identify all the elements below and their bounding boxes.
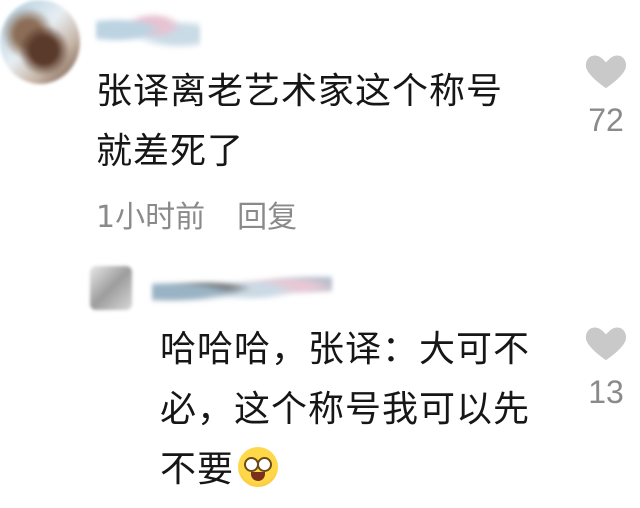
comment-text: 张译离老艺术家这个称号 就差死了	[96, 62, 566, 182]
like-count: 72	[588, 102, 624, 138]
comment-meta: 1小时前 回复	[96, 198, 297, 238]
laughing-tears-emoji-icon	[238, 447, 279, 487]
avatar[interactable]	[90, 266, 132, 310]
reply-button[interactable]: 回复	[237, 200, 297, 235]
comment-text-line: 张译离老艺术家这个称号	[96, 71, 504, 112]
comment-thread: 张译离老艺术家这个称号 就差死了 1小时前 回复 72 哈哈哈，张译：大可不 必，…	[0, 0, 640, 508]
reply-text: 哈哈哈，张译：大可不 必，这个称号我可以先 不要	[160, 320, 580, 500]
heart-icon[interactable]	[584, 322, 628, 362]
reply-text-line: 必，这个称号我可以先	[160, 389, 531, 430]
username-blurred[interactable]	[152, 268, 332, 308]
heart-icon[interactable]	[584, 50, 628, 90]
comment-text-line: 就差死了	[96, 131, 245, 172]
comment-timestamp: 1小时前	[96, 200, 206, 235]
like-count: 13	[588, 374, 624, 410]
reply-text-fragment: 不要	[160, 449, 235, 490]
like-button[interactable]: 72	[576, 50, 636, 139]
reply-text-line: 不要	[160, 440, 580, 500]
like-button[interactable]: 13	[576, 322, 636, 411]
avatar[interactable]	[0, 0, 80, 84]
username-blurred[interactable]	[96, 8, 200, 52]
reply-text-line: 哈哈哈，张译：大可不	[160, 329, 531, 370]
